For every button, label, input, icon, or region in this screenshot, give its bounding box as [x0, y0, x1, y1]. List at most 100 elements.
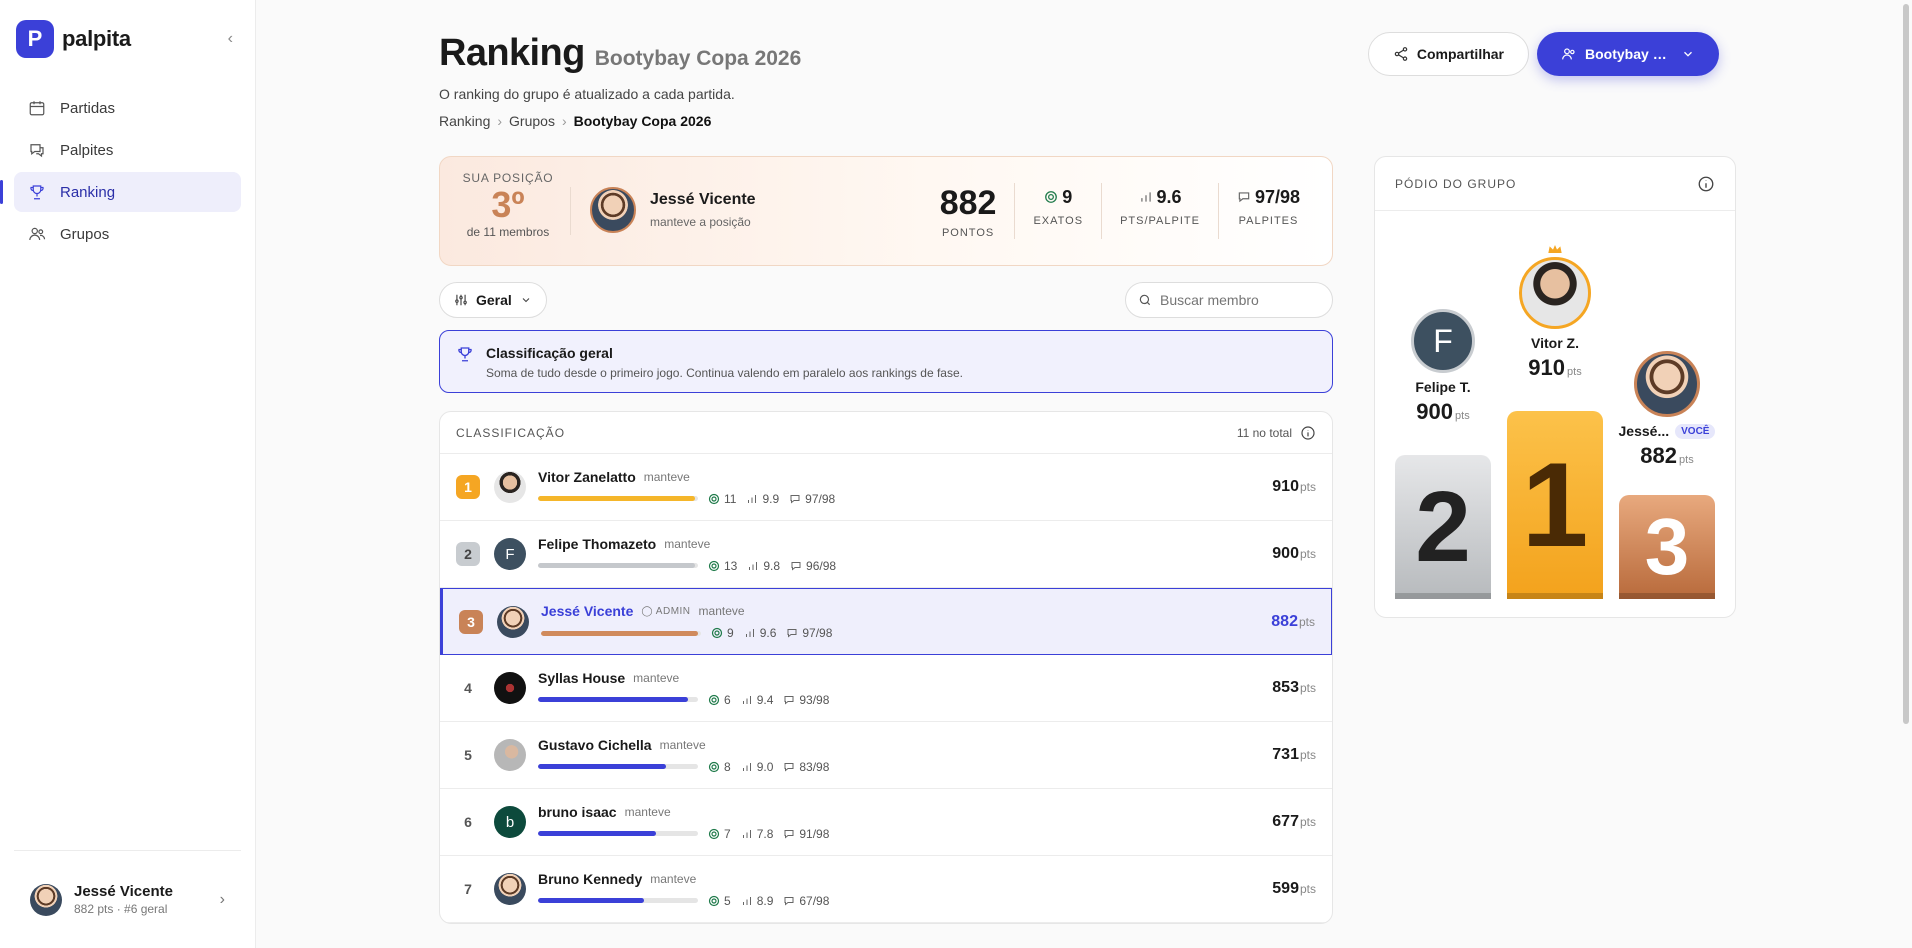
divider: [570, 187, 571, 235]
rank-badge: 7: [464, 881, 472, 897]
chevron-down-icon: [1684, 51, 1692, 57]
bar-chart-icon: [745, 629, 754, 637]
predictions-count: 83/98: [799, 759, 830, 774]
brand-logo: P: [16, 20, 54, 58]
stat-value: 9.6: [1156, 186, 1182, 207]
main: Ranking Bootybay Copa 2026 O ranking do …: [256, 0, 1912, 948]
position-members: de 11 membros: [466, 225, 550, 239]
table-row[interactable]: 5 Gustavo Cichella manteve 8 9.0 83/98 7…: [440, 722, 1332, 789]
podium-pillar-first: 1: [1507, 411, 1603, 599]
breadcrumb: Ranking › Grupos › Bootybay Copa 2026: [439, 113, 711, 129]
chat-icon: [784, 896, 794, 906]
member-name[interactable]: Felipe Thomazeto: [538, 536, 656, 552]
users-icon: [1562, 48, 1575, 60]
member-status: manteve: [643, 469, 690, 484]
bar-chart-icon: [742, 829, 751, 838]
table-row[interactable]: 7 Bruno Kennedy manteve 5 8.9 67/98 599p…: [440, 856, 1332, 923]
member-name[interactable]: Bruno Kennedy: [538, 871, 642, 887]
member-name[interactable]: Vitor Zanelatto: [538, 469, 636, 485]
podium-name: Vitor Z.: [1531, 335, 1579, 351]
stat-points: 882 PONTOS: [922, 183, 1015, 240]
points-progress-bar: [538, 496, 698, 501]
member-status: manteve: [624, 804, 671, 819]
sidebar-item-label: Partidas: [60, 99, 116, 117]
podium-title: PÓDIO DO GRUPO: [1395, 176, 1517, 191]
group-select-button[interactable]: Bootybay Copa 2026: [1537, 32, 1719, 76]
member-name[interactable]: bruno isaac: [538, 804, 617, 820]
breadcrumb-separator: ›: [561, 113, 567, 129]
sidebar-item-label: Palpites: [60, 141, 114, 159]
rank-badge: 6: [464, 814, 472, 830]
position-label: SUA POSIÇÃO: [462, 171, 554, 185]
points-progress-bar: [538, 764, 698, 769]
info-icon[interactable]: [1697, 175, 1715, 193]
table-row[interactable]: 6 b bruno isaac manteve 7 7.8 91/98 677p…: [440, 789, 1332, 856]
brand[interactable]: P palpita: [0, 0, 255, 78]
share-button[interactable]: Compartilhar: [1367, 32, 1529, 76]
collapse-sidebar-icon[interactable]: ‹: [228, 30, 233, 48]
ranking-mode-select[interactable]: Geral: [439, 282, 547, 318]
member-name[interactable]: Gustavo Cichella: [538, 737, 652, 753]
page-subtitle: Bootybay Copa 2026: [594, 47, 802, 70]
sidebar-user[interactable]: Jessé Vicente 882 pts · #6 geral ›: [14, 850, 241, 948]
points-progress-bar: [541, 630, 701, 636]
table-row[interactable]: 2 F Felipe Thomazeto manteve 13 9.8 96/9…: [440, 521, 1332, 588]
sidebar-item-ranking[interactable]: Ranking: [0, 172, 241, 212]
bar-chart-icon: [749, 561, 758, 570]
admin-badge: ◯ ADMIN: [641, 605, 691, 617]
share-icon: [1394, 47, 1408, 61]
position-status: manteve a posição: [650, 215, 751, 229]
stat-exact: 9 EXATOS: [1014, 183, 1101, 239]
stat-predictions: 97/98 PALPITES: [1217, 183, 1318, 239]
chat-icon: [784, 695, 794, 705]
avg-points: 9.4: [756, 692, 774, 707]
breadcrumb-ranking[interactable]: Ranking: [439, 113, 490, 129]
chat-icon: [791, 561, 801, 571]
table-title: CLASSIFICAÇÃO: [456, 425, 566, 440]
predictions-count: 96/98: [806, 558, 837, 573]
sidebar-item-grupos[interactable]: Grupos: [14, 214, 241, 254]
exact-count: 8: [724, 759, 731, 774]
points-progress-bar: [538, 563, 698, 568]
ranking-info-banner: Classificação geral Soma de tudo desde o…: [439, 330, 1333, 393]
brand-name: palpita: [62, 26, 131, 51]
member-status: manteve: [633, 670, 680, 685]
rank-badge: 3: [459, 609, 483, 634]
avg-points: 9.9: [762, 491, 780, 506]
target-icon: [708, 694, 720, 705]
member-name[interactable]: Syllas House: [538, 670, 625, 686]
member-points: 882pts: [1271, 612, 1315, 630]
podium-pillar-third: 3: [1619, 495, 1715, 599]
position-stats: 882 PONTOS 9 EXATOS 9.6 PTS/PALPITE 97/9…: [922, 183, 1318, 239]
breadcrumb-grupos[interactable]: Grupos: [509, 113, 555, 129]
scrollbar[interactable]: [1902, 0, 1910, 948]
podium-second: F Felipe T. 900 pts: [1388, 309, 1498, 425]
table-row[interactable]: 1 Vitor Zanelatto manteve 11 9.9 97/98 9…: [440, 454, 1332, 521]
member-name[interactable]: Jessé Vicente: [541, 603, 633, 619]
podium-points: 910: [1528, 355, 1566, 380]
avg-points: 8.9: [756, 893, 774, 908]
share-label: Compartilhar: [1416, 46, 1504, 62]
table-count: 11 no total: [1236, 425, 1292, 440]
exact-count: 7: [724, 826, 731, 841]
position-user-name: Jessé Vicente: [650, 191, 756, 208]
chat-icon: [787, 629, 797, 638]
member-points: 853pts: [1272, 679, 1316, 696]
search-input[interactable]: [1160, 292, 1310, 308]
podium-card: PÓDIO DO GRUPO F Felipe T. 900 pts Vitor …: [1374, 156, 1736, 618]
avatar: [494, 739, 526, 771]
avatar: [494, 471, 526, 503]
predictions-count: 91/98: [799, 826, 830, 841]
sidebar-item-palpites[interactable]: Palpites: [14, 130, 241, 170]
table-row[interactable]: 4 Syllas House manteve 6 9.4 93/98 853pt…: [440, 655, 1332, 722]
sidebar-item-partidas[interactable]: Partidas: [14, 88, 241, 128]
avg-points: 9.6: [759, 626, 777, 640]
chat-icon: [784, 829, 794, 839]
bar-chart-icon: [742, 762, 751, 771]
points-progress-bar: [538, 831, 698, 836]
table-row[interactable]: 3 Jessé Vicente ◯ ADMIN manteve 9 9.6 97…: [440, 588, 1332, 655]
points-progress-bar: [538, 898, 698, 903]
sidebar-user-name: Jessé Vicente: [74, 883, 173, 900]
info-icon[interactable]: [1300, 425, 1316, 441]
trophy-icon: [458, 347, 472, 362]
